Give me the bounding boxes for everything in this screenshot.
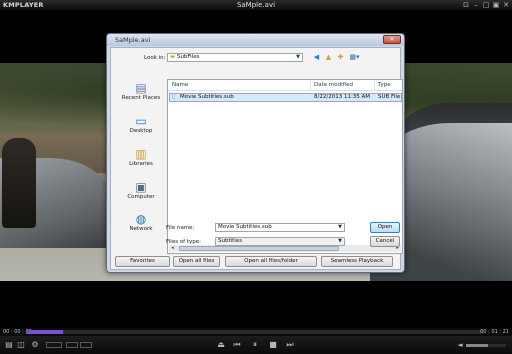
- back-icon[interactable]: ◀: [312, 53, 321, 62]
- file-date: 8/22/2013 11:35 AM: [314, 94, 371, 100]
- libraries-icon: ▥: [135, 147, 147, 161]
- computer-icon: ▣: [135, 180, 147, 194]
- column-date-modified[interactable]: Date modified: [314, 81, 353, 90]
- horizontal-scrollbar[interactable]: ◂ ▸: [169, 245, 401, 252]
- dialog-title-bar[interactable]: SaMple.avi ✕: [107, 34, 404, 46]
- chevron-down-icon[interactable]: ▼: [337, 224, 343, 231]
- file-type: SUB File: [378, 94, 401, 100]
- scroll-left-icon[interactable]: ◂: [169, 245, 176, 252]
- minimize-icon[interactable]: –: [472, 1, 480, 9]
- open-file-dialog: SaMple.avi ✕ Look in: ▬ SubFiles ▼ ◀ ▲ ✚…: [106, 33, 405, 273]
- seek-progress: [26, 330, 63, 334]
- up-folder-icon[interactable]: ▲: [324, 53, 333, 62]
- chevron-down-icon: ▼: [338, 238, 342, 244]
- favorites-button[interactable]: Favorites: [115, 256, 170, 267]
- window-title: SaMple.avi: [236, 1, 276, 9]
- view-menu-icon[interactable]: ▦▾: [348, 53, 361, 62]
- dialog-body: Look in: ▬ SubFiles ▼ ◀ ▲ ✚ ▦▾ ▤ Recent …: [110, 47, 403, 270]
- file-name-input[interactable]: Movie Subtitles.sub ▼: [215, 223, 345, 232]
- network-icon: ◍: [135, 212, 147, 226]
- folder-icon: ▬: [170, 54, 176, 60]
- place-network[interactable]: ◍ Network: [116, 212, 166, 233]
- places-bar: ▤ Recent Places ▭ Desktop ▥ Libraries ▣ …: [116, 81, 166, 253]
- recent-places-icon: ▤: [135, 81, 147, 95]
- file-list-header: Name Date modified Type: [168, 80, 402, 91]
- open-button[interactable]: Open: [370, 222, 400, 233]
- option-box-2[interactable]: [66, 342, 78, 348]
- dialog-title: SaMple.avi: [115, 36, 151, 44]
- seek-bar[interactable]: [26, 330, 484, 334]
- new-folder-icon[interactable]: ✚: [336, 53, 345, 62]
- file-name-label: File name:: [166, 225, 195, 231]
- column-name[interactable]: Name: [172, 81, 188, 90]
- scrollbar-thumb[interactable]: [179, 246, 339, 251]
- files-of-type-select[interactable]: Subtitles ▼: [215, 237, 345, 246]
- column-type[interactable]: Type: [378, 81, 391, 90]
- maximize-icon[interactable]: □: [482, 1, 490, 9]
- previous-icon[interactable]: ⏮: [232, 340, 242, 350]
- place-computer[interactable]: ▣ Computer: [116, 180, 166, 201]
- pin-icon[interactable]: ⊡: [462, 1, 470, 9]
- dialog-close-button[interactable]: ✕: [383, 35, 401, 44]
- playlist-icon[interactable]: ▤: [4, 340, 14, 350]
- kmplayer-window: KMPLAYER SaMple.avi ⊡ – □ ▣ ✕ SaMple.avi…: [0, 0, 512, 354]
- open-all-files-folder-button[interactable]: Open all files/folder: [225, 256, 317, 267]
- title-bar[interactable]: KMPLAYER SaMple.avi ⊡ – □ ▣ ✕: [0, 0, 512, 10]
- stop-icon[interactable]: ■: [268, 340, 278, 350]
- control-bar: ▤ ◫ ⚙ ⏏ ⏮ ⏸ ■ ⏭ ◄: [0, 336, 512, 354]
- volume-level: [466, 344, 488, 347]
- seamless-playback-button[interactable]: Seamless Playback: [321, 256, 393, 267]
- place-libraries[interactable]: ▥ Libraries: [116, 147, 166, 168]
- eject-icon[interactable]: ⏏: [216, 340, 226, 350]
- pause-icon[interactable]: ⏸: [250, 340, 260, 350]
- close-icon[interactable]: ✕: [502, 1, 510, 9]
- files-of-type-label: Files of type:: [166, 239, 202, 245]
- seek-bar-area: 00 : 00 : 06 00 : 01 : 21: [0, 328, 512, 336]
- open-all-files-button[interactable]: Open all files: [173, 256, 220, 267]
- place-desktop[interactable]: ▭ Desktop: [116, 114, 166, 135]
- cancel-button[interactable]: Cancel: [370, 236, 400, 247]
- fullscreen-icon[interactable]: ▣: [492, 1, 500, 9]
- settings-icon[interactable]: ⚙: [30, 340, 40, 350]
- next-icon[interactable]: ⏭: [285, 340, 295, 350]
- file-name: Movie Subtitles.sub: [180, 94, 234, 100]
- look-in-label: Look in:: [144, 55, 166, 61]
- capture-icon[interactable]: ◫: [16, 340, 26, 350]
- time-total: 00 : 01 : 21: [480, 329, 509, 335]
- desktop-icon: ▭: [135, 114, 147, 128]
- window-controls: ⊡ – □ ▣ ✕: [462, 1, 510, 9]
- file-row[interactable]: ▯ Movie Subtitles.sub 8/22/2013 11:35 AM…: [169, 93, 402, 102]
- option-box-3[interactable]: [80, 342, 92, 348]
- look-in-value: SubFiles: [176, 54, 200, 60]
- look-in-dropdown[interactable]: ▬ SubFiles ▼: [167, 53, 303, 62]
- option-box-1[interactable]: [46, 342, 62, 348]
- chevron-down-icon: ▼: [296, 54, 300, 60]
- volume-icon[interactable]: ◄: [455, 340, 465, 350]
- place-recent-places[interactable]: ▤ Recent Places: [116, 81, 166, 102]
- volume-slider[interactable]: [466, 344, 506, 347]
- file-icon: ▯: [172, 94, 176, 100]
